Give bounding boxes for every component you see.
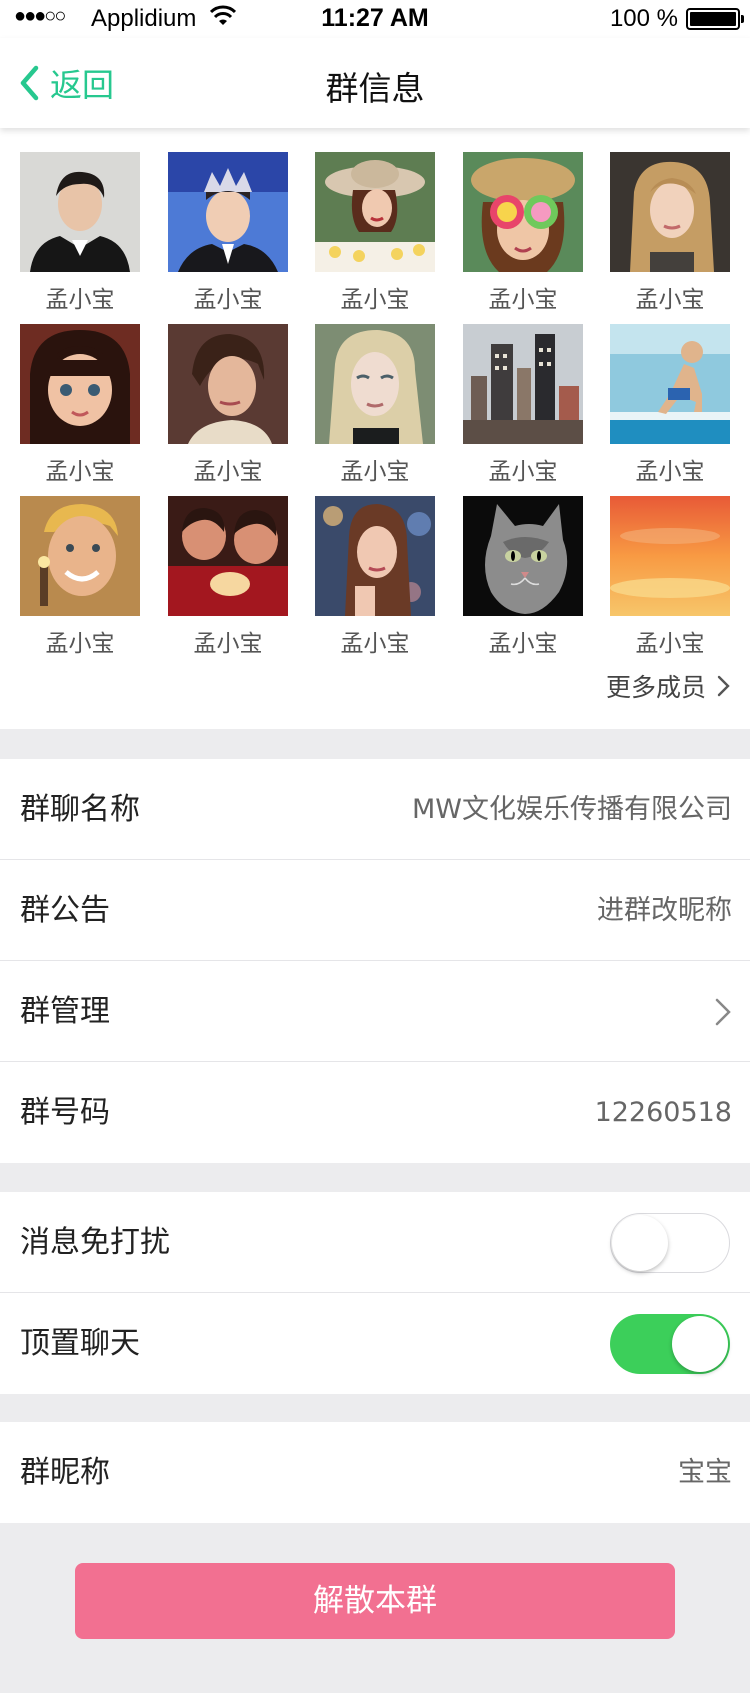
pin-chat-toggle[interactable] bbox=[610, 1314, 730, 1374]
toggle-knob bbox=[612, 1215, 668, 1271]
member-avatar bbox=[168, 324, 288, 444]
member-avatar bbox=[315, 152, 435, 272]
member-name: 孟小宝 bbox=[635, 459, 705, 485]
group-nickname-row[interactable]: 群昵称 宝宝 bbox=[0, 1422, 750, 1523]
group-notice-value: 进群改昵称 bbox=[597, 895, 732, 926]
member-name: 孟小宝 bbox=[45, 631, 115, 657]
group-manage-row[interactable]: 群管理 bbox=[0, 961, 750, 1062]
member-avatar bbox=[20, 496, 140, 616]
member-avatar bbox=[610, 152, 730, 272]
member-avatar bbox=[20, 324, 140, 444]
page-title: 群信息 bbox=[325, 69, 425, 108]
chevron-right-icon bbox=[715, 998, 731, 1026]
member-name: 孟小宝 bbox=[193, 631, 263, 657]
pin-chat-row: 顶置聊天 bbox=[0, 1293, 750, 1394]
member-item[interactable]: 孟小宝 bbox=[168, 152, 288, 313]
member-item[interactable]: 孟小宝 bbox=[463, 324, 583, 485]
nickname-section: 群昵称 宝宝 bbox=[0, 1422, 750, 1523]
group-number-value: 12260518 bbox=[594, 1097, 732, 1128]
member-avatar bbox=[463, 152, 583, 272]
member-avatar bbox=[463, 324, 583, 444]
dissolve-group-button[interactable]: 解散本群 bbox=[75, 1563, 675, 1639]
navigation-bar: 返回 群信息 bbox=[0, 38, 750, 128]
mute-toggle[interactable] bbox=[610, 1213, 730, 1273]
member-name: 孟小宝 bbox=[193, 459, 263, 485]
member-item[interactable]: 孟小宝 bbox=[463, 496, 583, 657]
toggle-knob bbox=[672, 1316, 728, 1372]
group-name-label: 群聊名称 bbox=[20, 792, 140, 827]
mute-label: 消息免打扰 bbox=[20, 1225, 170, 1260]
more-members-label: 更多成员 bbox=[605, 673, 706, 702]
member-name: 孟小宝 bbox=[340, 287, 410, 313]
member-name: 孟小宝 bbox=[635, 631, 705, 657]
member-item[interactable]: 孟小宝 bbox=[168, 324, 288, 485]
member-name: 孟小宝 bbox=[635, 287, 705, 313]
member-item[interactable]: 孟小宝 bbox=[20, 324, 140, 485]
member-avatar bbox=[610, 324, 730, 444]
pin-chat-label: 顶置聊天 bbox=[20, 1326, 140, 1361]
group-number-row: 群号码 12260518 bbox=[0, 1062, 750, 1163]
chevron-right-icon bbox=[717, 675, 730, 697]
battery-percent: 100 % bbox=[609, 5, 678, 32]
member-avatar bbox=[315, 496, 435, 616]
member-name: 孟小宝 bbox=[45, 459, 115, 485]
member-avatar bbox=[315, 324, 435, 444]
group-nickname-label: 群昵称 bbox=[20, 1455, 110, 1490]
member-name: 孟小宝 bbox=[488, 631, 558, 657]
member-avatar bbox=[20, 152, 140, 272]
group-name-row[interactable]: 群聊名称 MW文化娱乐传播有限公司 bbox=[0, 759, 750, 860]
group-nickname-value: 宝宝 bbox=[678, 1457, 732, 1488]
member-item[interactable]: 孟小宝 bbox=[20, 152, 140, 313]
member-name: 孟小宝 bbox=[340, 459, 410, 485]
group-number-label: 群号码 bbox=[20, 1095, 110, 1130]
member-section: 孟小宝 孟小宝 孟小宝 孟小宝 孟小宝 孟小宝 孟小宝 孟小宝 孟小宝 孟小宝 孟小宝 孟小宝 孟小宝孟… bbox=[0, 128, 750, 729]
member-item[interactable]: 孟小宝 bbox=[610, 496, 730, 657]
member-item[interactable]: 孟小宝 bbox=[610, 324, 730, 485]
mute-row: 消息免打扰 bbox=[0, 1192, 750, 1293]
member-avatar bbox=[610, 496, 730, 616]
member-item[interactable]: 孟小宝 bbox=[315, 152, 435, 313]
member-avatar bbox=[168, 152, 288, 272]
member-name: 孟小宝 bbox=[488, 287, 558, 313]
member-name: 孟小宝 bbox=[340, 631, 410, 657]
member-item[interactable]: 孟小宝 bbox=[168, 496, 288, 657]
member-avatar bbox=[168, 496, 288, 616]
member-item[interactable]: 孟小宝 bbox=[610, 152, 730, 313]
member-item[interactable]: 孟小宝 bbox=[315, 324, 435, 485]
group-name-value: MW文化娱乐传播有限公司 bbox=[412, 794, 732, 825]
chat-settings-section: 消息免打扰 顶置聊天 bbox=[0, 1192, 750, 1394]
member-item[interactable]: 孟小宝 bbox=[20, 496, 140, 657]
member-name: 孟小宝 bbox=[45, 287, 115, 313]
more-members-button[interactable]: 更多成员 bbox=[606, 668, 732, 704]
member-name: 孟小宝 bbox=[488, 459, 558, 485]
battery-icon bbox=[686, 8, 744, 30]
group-notice-label: 群公告 bbox=[20, 893, 110, 928]
member-avatar bbox=[463, 496, 583, 616]
group-info-section: 群聊名称 MW文化娱乐传播有限公司 群公告 进群改昵称 群管理 群号码 1226… bbox=[0, 759, 750, 1163]
group-manage-label: 群管理 bbox=[20, 994, 110, 1029]
group-notice-row[interactable]: 群公告 进群改昵称 bbox=[0, 860, 750, 961]
member-name: 孟小宝 bbox=[193, 287, 263, 313]
member-item[interactable]: 孟小宝 bbox=[315, 496, 435, 657]
member-item[interactable]: 孟小宝 bbox=[463, 152, 583, 313]
status-bar: ●●●○○ Applidium 11:27 AM 100 % bbox=[0, 0, 750, 38]
